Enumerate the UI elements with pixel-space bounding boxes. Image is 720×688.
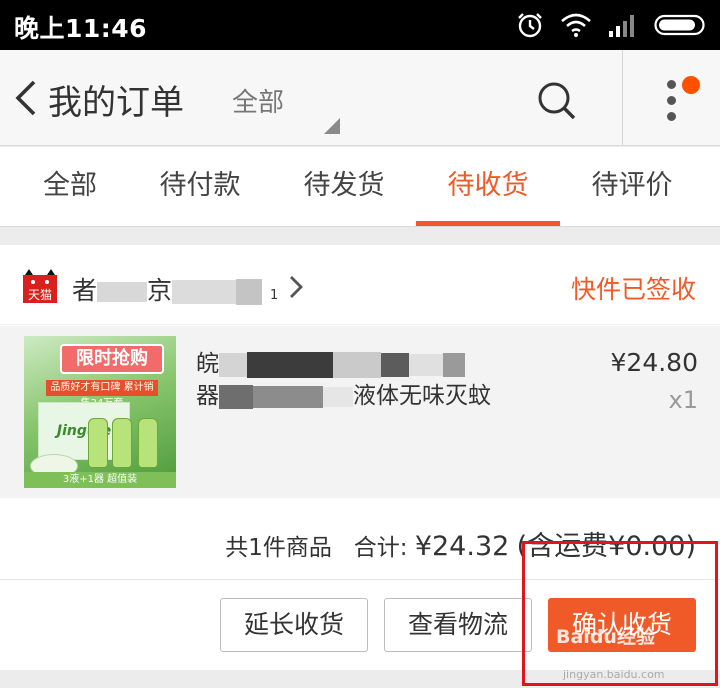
alarm-icon	[518, 13, 542, 38]
shipping-fee: (含运费¥0.00)	[516, 531, 696, 562]
view-logistics-button[interactable]: 查看物流	[384, 598, 532, 652]
total-label: 合计:	[353, 535, 408, 561]
product-quantity: x1	[668, 386, 698, 414]
order-status: 快件已签收	[570, 275, 696, 304]
filter-label: 全部	[232, 88, 285, 118]
watermark-url: jingyan.baidu.com	[563, 668, 665, 681]
watermark: Baidu经验	[556, 626, 655, 648]
header-divider	[622, 50, 623, 146]
status-bar: 晚上11:46	[0, 0, 720, 50]
wifi-icon	[561, 13, 591, 37]
search-icon[interactable]	[530, 74, 582, 126]
extend-receipt-button[interactable]: 延长收货	[220, 598, 368, 652]
item-count: 共1件商品	[225, 535, 332, 561]
order-tabs: 全部 待付款 待发货 待收货 待评价	[0, 147, 720, 227]
tab-pending-shipment[interactable]: 待发货	[274, 147, 414, 226]
order-item[interactable]: 限时抢购 品质好才有口碑 累计销售24万套 Jinguie 3液+1器 超值装 …	[0, 326, 720, 498]
status-time: 晚上11:46	[14, 14, 148, 43]
page-title: 我的订单	[48, 83, 184, 123]
dropdown-corner-icon	[324, 118, 340, 134]
shop-row[interactable]: 天猫 者京1 快件已签收	[0, 245, 720, 325]
active-tab-indicator	[416, 221, 560, 226]
tab-pending-receipt[interactable]: 待收货	[418, 147, 558, 226]
order-card: 天猫 者京1 快件已签收 限时抢购 品质好才有口碑 累计销售24万套 Jingu…	[0, 245, 720, 670]
status-icons	[516, 9, 708, 41]
tab-pending-payment[interactable]: 待付款	[130, 147, 270, 226]
chevron-left-icon[interactable]	[8, 74, 44, 122]
svg-text:天猫: 天猫	[28, 288, 52, 302]
product-title[interactable]: 皖 器液体无味灭蚊	[196, 348, 536, 412]
battery-icon	[654, 14, 705, 36]
tmall-logo-icon: 天猫	[23, 269, 57, 303]
order-summary: 共1件商品 合计: ¥24.32 (含运费¥0.00)	[0, 498, 720, 580]
order-filter-dropdown[interactable]: 全部	[222, 70, 348, 138]
header: 我的订单 全部	[0, 50, 720, 146]
notification-dot	[682, 76, 700, 94]
product-image[interactable]: 限时抢购 品质好才有口碑 累计销售24万套 Jinguie 3液+1器 超值装	[24, 336, 176, 488]
tab-all[interactable]: 全部	[0, 147, 140, 226]
shop-name[interactable]: 者京1	[72, 271, 278, 307]
chevron-right-icon[interactable]	[286, 273, 306, 301]
signal-icon	[609, 15, 634, 37]
total-amount: ¥24.32	[414, 531, 510, 562]
tab-pending-review[interactable]: 待评价	[562, 147, 702, 226]
more-vertical-icon[interactable]	[648, 70, 708, 130]
product-price: ¥24.80	[610, 348, 698, 377]
